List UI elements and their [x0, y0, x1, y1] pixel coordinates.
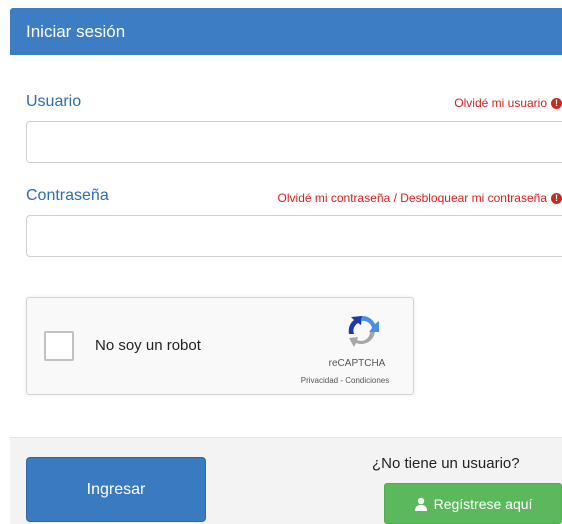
register-button[interactable]: Regístrese aquí	[384, 483, 562, 524]
panel-title: Iniciar sesión	[26, 22, 126, 41]
recaptcha-brand: reCAPTCHA	[328, 358, 386, 369]
recaptcha-widget: No soy un robot reCAPTCHA Privacidad - C…	[26, 297, 414, 395]
recaptcha-checkbox[interactable]	[44, 331, 74, 361]
recaptcha-terms-link[interactable]: Privacidad - Condiciones	[285, 376, 405, 385]
register-label: Regístrese aquí	[433, 495, 533, 512]
password-label: Contraseña	[26, 187, 109, 204]
no-user-text: ¿No tiene un usuario?	[372, 455, 520, 472]
exclamation-circle-icon: !	[551, 192, 562, 204]
login-panel: Iniciar sesión Usuario Olvidé mi usuario…	[0, 0, 562, 524]
forgot-password-text: Olvidé mi contraseña / Desbloquear mi co…	[277, 191, 547, 205]
password-input[interactable]	[26, 215, 562, 257]
username-input[interactable]	[26, 121, 562, 163]
forgot-username-link[interactable]: Olvidé mi usuario !	[454, 96, 562, 110]
forgot-username-text: Olvidé mi usuario	[454, 96, 547, 110]
recaptcha-label: No soy un robot	[95, 337, 201, 354]
exclamation-circle-icon: !	[551, 97, 562, 109]
forgot-password-link[interactable]: Olvidé mi contraseña / Desbloquear mi co…	[278, 191, 562, 205]
user-icon	[414, 497, 427, 511]
recaptcha-logo-icon	[348, 315, 379, 347]
login-button[interactable]: Ingresar	[26, 457, 206, 522]
username-label: Usuario	[26, 93, 82, 110]
panel-header: Iniciar sesión	[10, 8, 562, 55]
